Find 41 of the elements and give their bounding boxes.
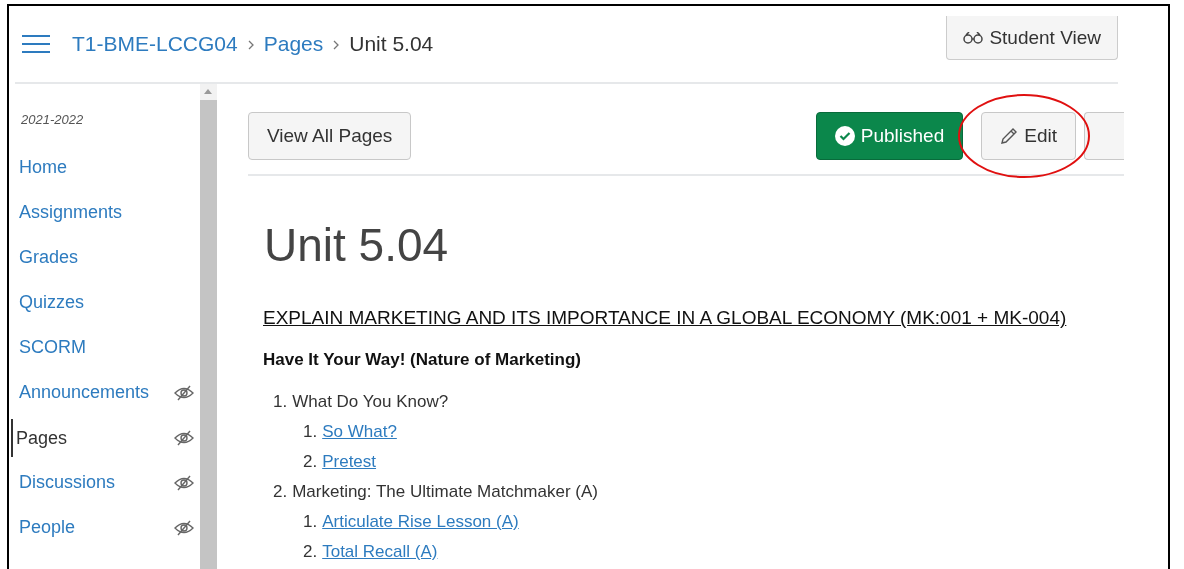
list-item: What Do You Know?	[292, 392, 449, 413]
edit-button[interactable]: Edit	[981, 112, 1076, 160]
view-all-pages-button[interactable]: View All Pages	[248, 112, 412, 160]
list-number: 2.	[273, 482, 288, 503]
term-label: 2021-2022	[21, 112, 85, 127]
glasses-icon	[963, 31, 984, 44]
page-link[interactable]: Articulate Rise Lesson (A)	[322, 512, 519, 542]
chevron-icon	[333, 40, 340, 50]
list-number: 1.	[303, 422, 318, 443]
section-heading: EXPLAIN MARKETING AND ITS IMPORTANCE IN A GLOBAL ECONOMY (MK:001 + MK-004)	[263, 307, 1068, 329]
sidebar-item[interactable]: Grades	[14, 247, 194, 268]
student-view-button[interactable]: Student View	[946, 16, 1118, 60]
menu-icon[interactable]	[21, 34, 51, 54]
chevron-icon	[247, 40, 254, 50]
published-button[interactable]: Published	[815, 112, 964, 160]
list-number: 2.	[303, 542, 318, 563]
sidebar-item[interactable]: SCORM	[14, 337, 194, 358]
page-title: Unit 5.04	[264, 218, 450, 272]
sidebar-item[interactable]: Assignments	[14, 202, 194, 223]
sidebar-item[interactable]: Announcements	[14, 382, 170, 403]
sidebar-item[interactable]: Home	[14, 157, 194, 178]
breadcrumb-link[interactable]: T1-BME-LCCG04	[72, 32, 238, 56]
page-link[interactable]: Pretest	[322, 452, 377, 482]
list-number: 1.	[303, 512, 318, 533]
sidebar-item[interactable]: People	[14, 517, 170, 538]
breadcrumb-link[interactable]: Pages	[263, 32, 324, 56]
sidebar-item[interactable]: Discussions	[14, 472, 170, 493]
page-link[interactable]: Total Recall (A)	[322, 542, 438, 569]
scroll-up-icon[interactable]	[204, 89, 212, 94]
subheading: Have It Your Way! (Nature of Marketing)	[263, 350, 582, 370]
more-options-button[interactable]	[1084, 112, 1124, 160]
list-number: 2.	[303, 452, 318, 473]
list-item: Marketing: The Ultimate Matchmaker (A)	[292, 482, 598, 503]
pencil-icon	[1000, 127, 1019, 145]
scrollbar[interactable]	[200, 84, 217, 569]
breadcrumb-current-page: Unit 5.04	[349, 32, 434, 56]
check-circle-icon	[834, 126, 855, 146]
sidebar-item[interactable]: Quizzes	[14, 292, 194, 313]
page-link[interactable]: So What?	[322, 422, 397, 452]
sidebar-item[interactable]: Pages	[11, 418, 170, 457]
list-number: 1.	[273, 392, 288, 413]
